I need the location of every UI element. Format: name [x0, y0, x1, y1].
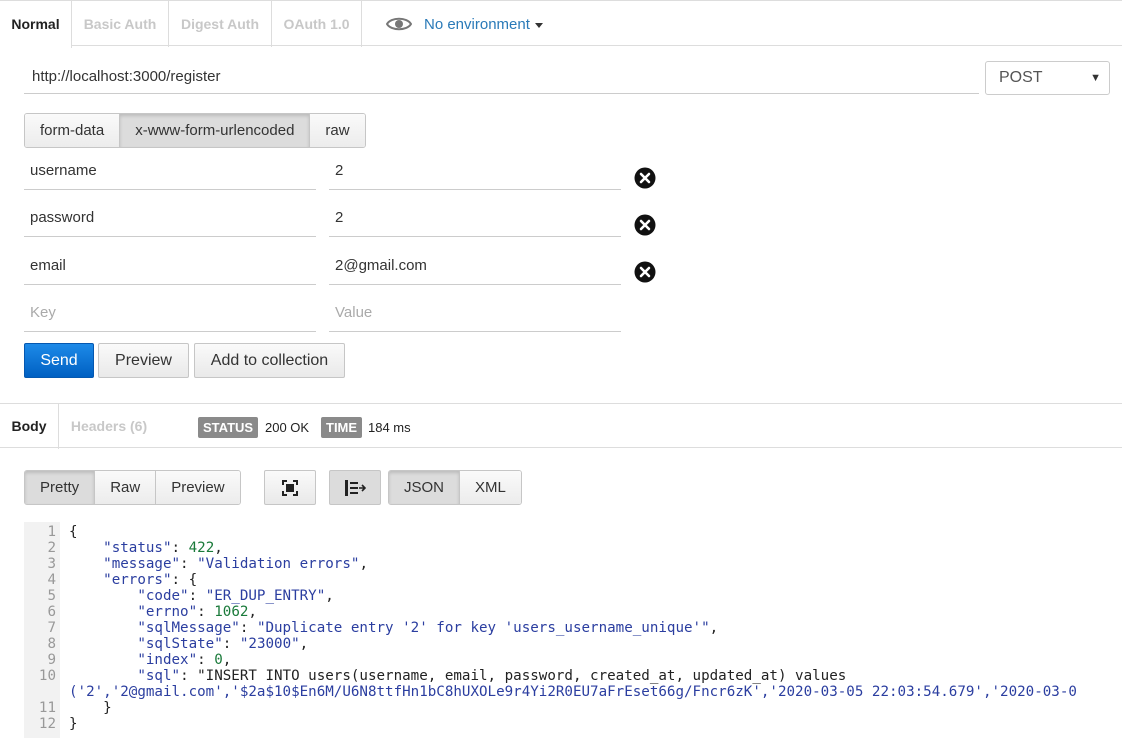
- view-preview[interactable]: Preview: [156, 471, 240, 504]
- environment-selector[interactable]: No environment: [386, 13, 543, 35]
- delete-row-icon[interactable]: [634, 167, 656, 189]
- param-value-password[interactable]: 2: [329, 199, 621, 237]
- line-number: 9: [47, 652, 56, 668]
- status-badge: STATUS: [198, 417, 259, 438]
- response-tab-bar: Body Headers (6) STATUS 200 OK TIME 184 …: [0, 403, 1122, 449]
- view-mode-group: Pretty Raw Preview: [24, 470, 241, 505]
- code-line: }: [69, 700, 112, 716]
- tab-normal[interactable]: Normal: [0, 1, 72, 48]
- environment-label: No environment: [424, 15, 530, 33]
- param-key-email[interactable]: email: [24, 247, 316, 285]
- line-number: 11: [38, 700, 56, 716]
- code-line: "code": "ER_DUP_ENTRY",: [137, 588, 334, 604]
- tab-oauth[interactable]: OAuth 1.0: [272, 1, 362, 47]
- code-line: {: [69, 524, 78, 540]
- line-number: 10: [38, 668, 56, 684]
- view-raw[interactable]: Raw: [95, 471, 157, 504]
- code-line: "sqlState": "23000",: [137, 636, 309, 652]
- time-badge: TIME: [321, 417, 363, 438]
- response-body-viewer[interactable]: 1 {2 "status": 422, 3 "message": "Validati…: [24, 518, 1122, 738]
- line-number: 12: [38, 716, 56, 732]
- chevron-down-icon: ▼: [1090, 72, 1101, 84]
- fullscreen-icon: [282, 480, 298, 496]
- status-value: 200 OK: [265, 420, 310, 435]
- delete-row-icon[interactable]: [634, 214, 656, 236]
- new-param-value[interactable]: Value: [329, 294, 621, 332]
- line-number: 8: [47, 636, 56, 652]
- body-type-urlencoded[interactable]: x-www-form-urlencoded: [120, 114, 311, 147]
- code-line: ('2','2@gmail.com','$2a$10$En6M/U6N8ttfH…: [69, 684, 1077, 700]
- format-json[interactable]: JSON: [389, 471, 461, 504]
- code-line: "sqlMessage": "Duplicate entry '2' for k…: [137, 620, 719, 636]
- tab-body[interactable]: Body: [0, 404, 59, 449]
- body-type-raw[interactable]: raw: [310, 114, 365, 147]
- preview-button[interactable]: Preview: [98, 343, 189, 378]
- line-number: 5: [47, 588, 56, 604]
- line-number: 6: [47, 604, 56, 620]
- param-key-username[interactable]: username: [24, 152, 316, 190]
- url-input[interactable]: http://localhost:3000/register: [24, 60, 979, 94]
- body-type-group: form-data x-www-form-urlencoded raw: [24, 113, 366, 148]
- line-number: 2: [47, 540, 56, 556]
- tab-digest-auth[interactable]: Digest Auth: [169, 1, 272, 47]
- line-number: 4: [47, 572, 56, 588]
- param-value-username[interactable]: 2: [329, 152, 621, 190]
- param-value-email[interactable]: 2@gmail.com: [329, 247, 621, 285]
- send-button[interactable]: Send: [24, 343, 94, 378]
- line-number: 7: [47, 620, 56, 636]
- tab-basic-auth[interactable]: Basic Auth: [72, 1, 169, 47]
- method-select[interactable]: POST ▼: [985, 61, 1110, 95]
- method-value: POST: [999, 69, 1043, 86]
- code-line: "index": 0,: [137, 652, 232, 668]
- code-line: "status": 422,: [103, 540, 223, 556]
- delete-row-icon[interactable]: [634, 261, 656, 283]
- code-line: }: [69, 716, 78, 732]
- line-number: 3: [47, 556, 56, 572]
- code-line: "errors": {: [103, 572, 198, 588]
- param-key-password[interactable]: password: [24, 199, 316, 237]
- code-line: "sql": "INSERT INTO users(username, emai…: [137, 668, 847, 684]
- chevron-down-icon: [534, 22, 543, 28]
- code-line: "errno": 1062,: [137, 604, 257, 620]
- tab-headers[interactable]: Headers (6): [59, 404, 159, 449]
- format-xml[interactable]: XML: [460, 471, 521, 504]
- auth-tab-bar: Normal Basic Auth Digest Auth OAuth 1.0 …: [0, 0, 1122, 48]
- wrap-toggle-button[interactable]: [329, 470, 381, 505]
- line-number: 1: [47, 524, 56, 540]
- eye-icon: [386, 17, 412, 31]
- code-line: "message": "Validation errors",: [103, 556, 368, 572]
- wrap-lines-icon: [345, 480, 367, 496]
- add-to-collection-button[interactable]: Add to collection: [194, 343, 345, 378]
- body-type-form-data[interactable]: form-data: [25, 114, 121, 147]
- view-pretty[interactable]: Pretty: [25, 471, 96, 504]
- fullscreen-button[interactable]: [264, 470, 316, 505]
- format-group: JSON XML: [388, 470, 522, 505]
- new-param-key[interactable]: Key: [24, 294, 316, 332]
- time-value: 184 ms: [368, 420, 411, 435]
